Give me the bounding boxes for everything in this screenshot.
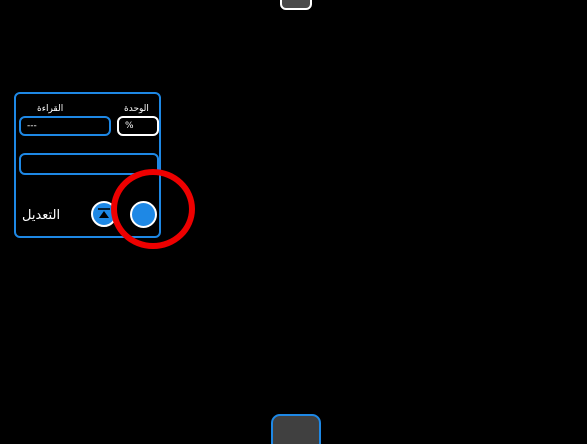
unit-field[interactable]: % xyxy=(117,116,159,136)
bottom-tab-button[interactable] xyxy=(271,414,321,444)
unit-label: الوحدة xyxy=(124,104,149,114)
up-arrow-icon xyxy=(98,208,110,218)
adjust-label: التعديل xyxy=(22,208,61,223)
reading-label: القراءة xyxy=(37,104,64,114)
reading-field: --- xyxy=(19,116,111,136)
top-drag-handle[interactable] xyxy=(280,0,312,10)
app-screen: القراءة الوحدة --- % التعديل xyxy=(0,0,587,444)
highlight-ring xyxy=(111,169,195,249)
